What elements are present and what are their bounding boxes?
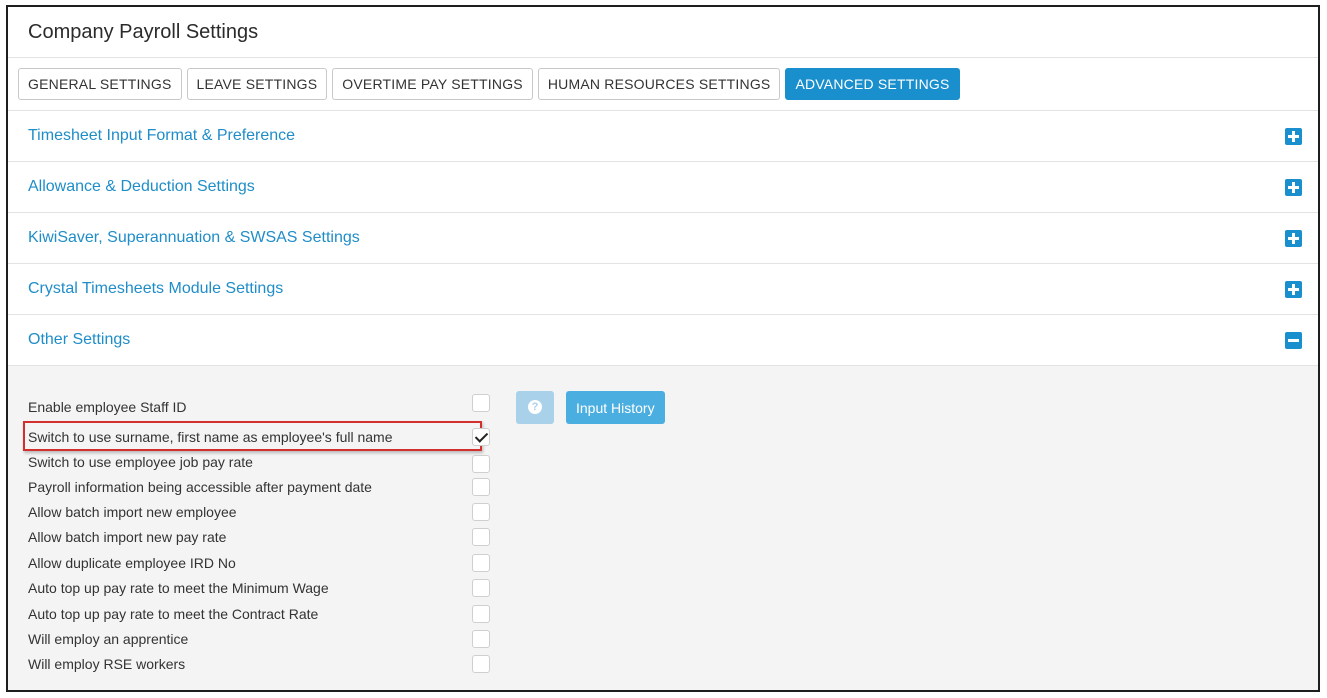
option-row: Will employ RSE workers (28, 653, 490, 675)
option-row: Auto top up pay rate to meet the Contrac… (28, 603, 490, 625)
plus-icon[interactable] (1285, 229, 1302, 247)
page-title: Company Payroll Settings (28, 20, 259, 43)
tab-general-settings[interactable]: GENERAL SETTINGS (18, 68, 182, 100)
plus-icon[interactable] (1285, 280, 1302, 298)
section-title: Crystal Timesheets Module Settings (28, 280, 284, 297)
section-allowance-deduction[interactable]: Allowance & Deduction Settings (8, 162, 1318, 213)
section-kiwisaver-superannuation[interactable]: KiwiSaver, Superannuation & SWSAS Settin… (8, 213, 1318, 264)
option-label: Auto top up pay rate to meet the Minimum… (28, 580, 329, 596)
section-title: Timesheet Input Format & Preference (28, 127, 296, 144)
option-row: Switch to use employee job pay rate (28, 451, 490, 473)
section-crystal-timesheets[interactable]: Crystal Timesheets Module Settings (8, 264, 1318, 315)
settings-tabs: GENERAL SETTINGS LEAVE SETTINGS OVERTIME… (8, 58, 1318, 111)
option-row: Auto top up pay rate to meet the Minimum… (28, 577, 490, 599)
option-label: Switch to use employee job pay rate (28, 454, 253, 470)
option-label: Switch to use surname, first name as emp… (28, 429, 393, 445)
option-checkbox[interactable] (472, 528, 490, 546)
option-label: Payroll information being accessible aft… (28, 479, 372, 495)
option-checkbox[interactable] (472, 503, 490, 521)
other-settings-body: Enable employee Staff ID Switch to use s… (8, 366, 1318, 690)
option-label: Allow batch import new pay rate (28, 529, 227, 545)
tab-overtime-pay-settings[interactable]: OVERTIME PAY SETTINGS (332, 68, 533, 100)
checkmark-icon (474, 429, 489, 443)
option-row: Switch to use surname, first name as emp… (28, 426, 490, 448)
option-label: Will employ an apprentice (28, 631, 189, 647)
section-timesheet-input-format[interactable]: Timesheet Input Format & Preference (8, 111, 1318, 162)
option-checkbox[interactable] (472, 655, 490, 673)
title-bar: Company Payroll Settings (8, 7, 1318, 58)
option-checkbox[interactable] (472, 554, 490, 572)
option-checkbox[interactable] (472, 630, 490, 648)
option-checkbox[interactable] (472, 428, 490, 446)
option-checkbox[interactable] (472, 394, 490, 412)
section-title: Other Settings (28, 331, 131, 348)
option-label: Allow batch import new employee (28, 504, 237, 520)
option-row: Allow batch import new pay rate (28, 526, 490, 548)
input-history-button[interactable]: Input History (566, 391, 665, 424)
option-label: Enable employee Staff ID (28, 399, 187, 415)
option-label: Auto top up pay rate to meet the Contrac… (28, 606, 319, 622)
section-title: KiwiSaver, Superannuation & SWSAS Settin… (28, 229, 360, 246)
option-row: Allow batch import new employee (28, 501, 490, 523)
option-checkbox[interactable] (472, 455, 490, 473)
plus-icon[interactable] (1285, 127, 1302, 145)
option-checkbox[interactable] (472, 478, 490, 496)
tab-leave-settings[interactable]: LEAVE SETTINGS (186, 68, 328, 100)
option-checkbox[interactable] (472, 605, 490, 623)
section-other-settings[interactable]: Other Settings (8, 315, 1318, 366)
option-row: Payroll information being accessible aft… (28, 476, 490, 498)
payroll-settings-panel: Company Payroll Settings GENERAL SETTING… (6, 5, 1320, 692)
option-label: Will employ RSE workers (28, 656, 186, 672)
option-row: Enable employee Staff ID (28, 394, 490, 418)
tab-advanced-settings[interactable]: ADVANCED SETTINGS (785, 68, 960, 100)
tab-human-resources-settings[interactable]: HUMAN RESOURCES SETTINGS (537, 68, 781, 100)
plus-icon[interactable] (1285, 178, 1302, 196)
question-icon: ? (528, 400, 542, 414)
section-title: Allowance & Deduction Settings (28, 178, 255, 195)
option-row: Will employ an apprentice (28, 628, 490, 650)
minus-icon[interactable] (1285, 331, 1302, 349)
option-checkbox[interactable] (472, 579, 490, 597)
option-row: Allow duplicate employee IRD No (28, 552, 490, 574)
option-label: Allow duplicate employee IRD No (28, 555, 236, 571)
help-button[interactable]: ? (516, 391, 554, 424)
